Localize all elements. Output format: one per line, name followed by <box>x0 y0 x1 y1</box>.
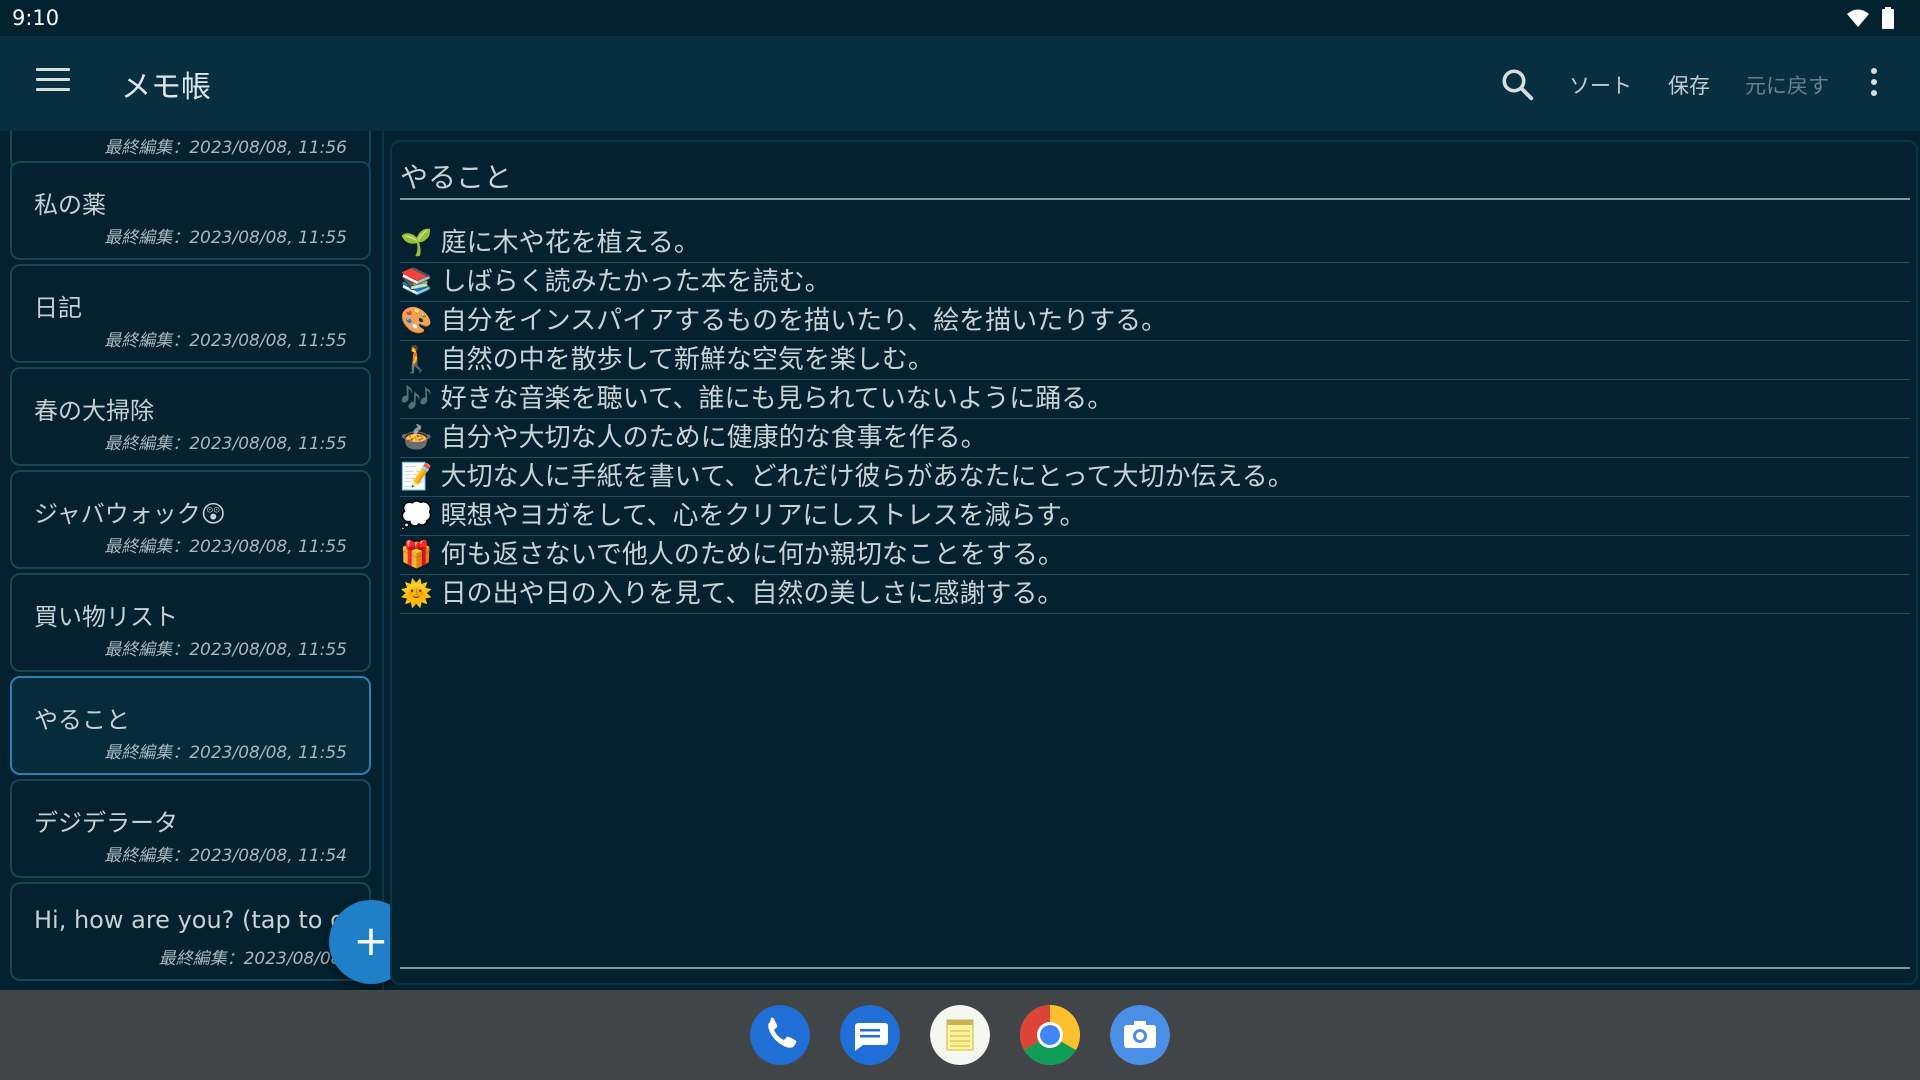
note-edit-date: 最終編集：2023/08/08, 11:55 <box>104 640 347 660</box>
note-line: 💭 瞑想やヨガをして、心をクリアにしストレスを減らす。 <box>400 497 1910 536</box>
note-title-field[interactable]: やること <box>400 154 1910 200</box>
note-line: 🎨 自分をインスパイアするものを描いたり、絵を描いたりする。 <box>400 302 1910 341</box>
chrome-icon[interactable] <box>1020 1005 1080 1065</box>
note-edit-date: 最終編集：2023/08/08, 11:55 <box>104 331 347 351</box>
status-icons <box>1846 7 1894 29</box>
note-edit-date: 最終編集：2023/08/08, 11:55 <box>104 537 347 557</box>
note-card[interactable]: Hi, how are you? (tap to o 最終編集：2023/08/… <box>10 882 371 981</box>
note-edit-date: 最終編集：2023/08/08, 11:55 <box>104 228 347 248</box>
note-title: ジャバウォック😲 <box>34 500 226 528</box>
save-button[interactable]: 保存 <box>1668 70 1710 100</box>
app-dock <box>0 990 1920 1080</box>
messages-icon[interactable] <box>840 1005 900 1065</box>
note-line: 🎶 好きな音楽を聴いて、誰にも見られていないように踊る。 <box>400 380 1910 419</box>
undo-button[interactable]: 元に戻す <box>1745 70 1829 100</box>
note-card-selected[interactable]: やること 最終編集：2023/08/08, 11:55 <box>10 676 371 775</box>
note-line: 🌞 日の出や日の入りを見て、自然の美しさに感謝する。 <box>400 575 1910 614</box>
search-icon[interactable] <box>1499 66 1535 102</box>
note-title: デジデラータ <box>34 809 178 837</box>
note-card[interactable]: 私の薬 最終編集：2023/08/08, 11:55 <box>10 161 371 260</box>
note-edit-date: 最終編集：2023/08/08, 11:55 <box>104 434 347 454</box>
app-bar: メモ帳 ソート 保存 元に戻す <box>0 36 1920 131</box>
status-time: 9:10 <box>12 6 60 30</box>
sort-button[interactable]: ソート <box>1569 70 1632 100</box>
note-title: 買い物リスト <box>34 603 178 631</box>
notes-list: 最終編集：2023/08/08, 11:56 私の薬 最終編集：2023/08/… <box>0 131 380 990</box>
note-editor: やること 🌱 庭に木や花を植える。 📚 しばらく読みたかった本を読む。 🎨 自分… <box>390 140 1918 985</box>
note-card[interactable]: 日記 最終編集：2023/08/08, 11:55 <box>10 264 371 363</box>
notepad-icon[interactable] <box>930 1005 990 1065</box>
note-edit-date: 最終編集：2023/08/08, 11:55 <box>104 743 347 763</box>
status-bar: 9:10 <box>0 0 1920 36</box>
note-card[interactable]: デジデラータ 最終編集：2023/08/08, 11:54 <box>10 779 371 878</box>
note-card[interactable]: ジャバウォック😲 最終編集：2023/08/08, 11:55 <box>10 470 371 569</box>
note-line: 🎁 何も返さないで他人のために何か親切なことをする。 <box>400 536 1910 575</box>
phone-icon[interactable] <box>750 1005 810 1065</box>
note-title: Hi, how are you? (tap to o <box>34 906 345 934</box>
more-options-icon[interactable] <box>1871 68 1879 100</box>
note-line: 📝 大切な人に手紙を書いて、どれだけ彼らがあなたにとって大切か伝える。 <box>400 458 1910 497</box>
note-line: 📚 しばらく読みたかった本を読む。 <box>400 263 1910 302</box>
note-title: 私の薬 <box>34 191 106 219</box>
note-line: 🚶 自然の中を散歩して新鮮な空気を楽しむ。 <box>400 341 1910 380</box>
hamburger-menu-icon[interactable] <box>36 68 70 98</box>
note-card[interactable]: 買い物リスト 最終編集：2023/08/08, 11:55 <box>10 573 371 672</box>
note-title: やること <box>34 706 130 734</box>
note-line: 🍲 自分や大切な人のために健康的な食事を作る。 <box>400 419 1910 458</box>
note-body-field[interactable]: 🌱 庭に木や花を植える。 📚 しばらく読みたかった本を読む。 🎨 自分をインスパ… <box>400 224 1910 614</box>
note-title: 春の大掃除 <box>34 397 154 425</box>
note-title: 日記 <box>34 294 82 322</box>
note-edit-date: 最終編集：2023/08/08, 11:54 <box>104 846 347 866</box>
battery-icon <box>1882 7 1894 29</box>
note-line: 🌱 庭に木や花を植える。 <box>400 224 1910 263</box>
camera-icon[interactable] <box>1110 1005 1170 1065</box>
app-title: メモ帳 <box>121 70 211 105</box>
note-edit-date: 最終編集：2023/08/08, 11:56 <box>104 138 347 158</box>
editor-bottom-rule <box>400 967 1910 969</box>
wifi-icon <box>1847 9 1869 27</box>
pane-divider[interactable] <box>382 131 384 990</box>
note-card[interactable]: 春の大掃除 最終編集：2023/08/08, 11:55 <box>10 367 371 466</box>
note-edit-date: 最終編集：2023/08/08, <box>158 949 347 969</box>
